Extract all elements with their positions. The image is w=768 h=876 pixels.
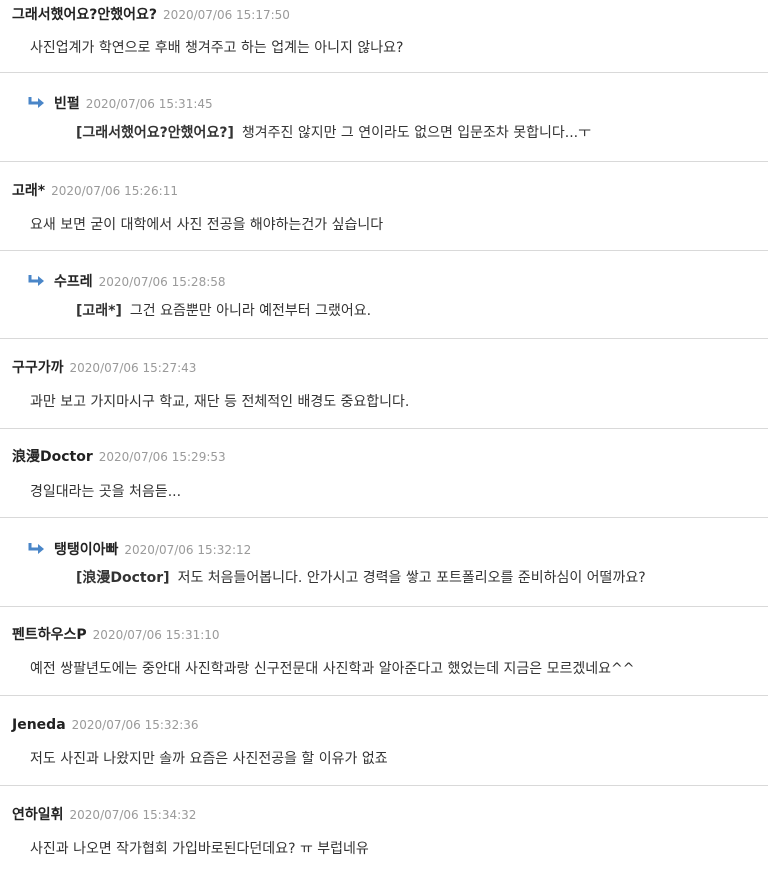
comment-author[interactable]: 빈펄 xyxy=(54,96,80,112)
comment-author[interactable]: 浪漫Doctor xyxy=(12,449,93,465)
comment-text: [고래*] 그건 요즘뿐만 아니라 예전부터 그랬어요. xyxy=(76,300,371,320)
reply-reference[interactable]: [고래*] xyxy=(76,303,122,319)
comment-author[interactable]: 구구가까 xyxy=(12,360,64,376)
reply-comment: 수프레 2020/07/06 15:28:58 [고래*] 그건 요즘뿐만 아니라 … xyxy=(0,251,768,339)
comment-text: 저도 사진과 나왔지만 솔까 요즘은 사진전공을 할 이유가 없죠 xyxy=(30,751,388,767)
comment-date: 2020/07/06 15:29:53 xyxy=(98,450,226,464)
reply-arrow-icon xyxy=(28,97,44,108)
comment-header: Jeneda 2020/07/06 15:32:36 xyxy=(12,714,199,733)
comment-text: 과만 보고 가지마시구 학교, 재단 등 전체적인 배경도 중요합니다. xyxy=(30,394,410,410)
comment-date: 2020/07/06 15:27:43 xyxy=(69,361,197,375)
comment-author[interactable]: 고래* xyxy=(12,183,45,199)
comment-text: [그래서했어요?안했어요?] 챙겨주진 않지만 그 연이라도 없으면 입문조차 못… xyxy=(76,122,591,142)
comment: 연하일휘 2020/07/06 15:34:32 사진과 나오면 작가협회 가입바… xyxy=(0,786,768,876)
comment-author[interactable]: 그래서했어요?안했어요? xyxy=(12,7,157,23)
comment-header: 펜트하우스P 2020/07/06 15:31:10 xyxy=(12,624,220,644)
comment-header: 구구가까 2020/07/06 15:27:43 xyxy=(12,357,196,377)
comment-text: [浪漫Doctor] 저도 처음들어봅니다. 안가시고 경력을 쌓고 포트폴리오를… xyxy=(76,567,646,587)
reply-arrow-icon xyxy=(28,275,44,286)
comment-date: 2020/07/06 15:32:36 xyxy=(71,718,199,732)
comment: 고래* 2020/07/06 15:26:11 요새 보면 굳이 대학에서 사진 … xyxy=(0,162,768,251)
reply-text: 챙겨주진 않지만 그 연이라도 없으면 입문조차 못합니다...ㅜ xyxy=(241,125,592,141)
comment-text: 요새 보면 굳이 대학에서 사진 전공을 해야하는건가 싶습니다 xyxy=(30,217,384,233)
reply-reference[interactable]: [浪漫Doctor] xyxy=(76,570,170,586)
comment-list: 그래서했어요?안했어요? 2020/07/06 15:17:50 사진업계가 학연… xyxy=(0,0,768,876)
comment-header: 빈펄 2020/07/06 15:31:45 xyxy=(28,93,213,113)
comment-header: 수프레 2020/07/06 15:28:58 xyxy=(28,271,226,291)
comment: 그래서했어요?안했어요? 2020/07/06 15:17:50 사진업계가 학연… xyxy=(0,0,768,73)
comment-author[interactable]: 연하일휘 xyxy=(12,807,64,823)
comment-date: 2020/07/06 15:28:58 xyxy=(98,275,226,289)
comment-author[interactable]: 수프레 xyxy=(54,274,93,290)
comment-author[interactable]: Jeneda xyxy=(12,717,66,733)
reply-reference[interactable]: [그래서했어요?안했어요?] xyxy=(76,125,234,141)
comment-header: 그래서했어요?안했어요? 2020/07/06 15:17:50 xyxy=(12,4,290,24)
comment: 펜트하우스P 2020/07/06 15:31:10 예전 쌍팔년도에는 중안대 … xyxy=(0,607,768,696)
comment-date: 2020/07/06 15:31:45 xyxy=(85,97,213,111)
comment-text: 사진과 나오면 작가협회 가입바로된다던데요? ㅠ 부럽네유 xyxy=(30,841,369,857)
comment-date: 2020/07/06 15:32:12 xyxy=(124,543,252,557)
comment: 구구가까 2020/07/06 15:27:43 과만 보고 가지마시구 학교, … xyxy=(0,339,768,429)
comment-date: 2020/07/06 15:31:10 xyxy=(92,628,220,642)
reply-text: 그건 요즘뿐만 아니라 예전부터 그랬어요. xyxy=(129,303,372,319)
comment-author[interactable]: 펜트하우스P xyxy=(12,627,87,643)
comment: 浪漫Doctor 2020/07/06 15:29:53 경일대라는 곳을 처음듣… xyxy=(0,429,768,518)
comment-text: 경일대라는 곳을 처음듣... xyxy=(30,484,182,500)
comment-header: 浪漫Doctor 2020/07/06 15:29:53 xyxy=(12,446,226,466)
comment: Jeneda 2020/07/06 15:32:36 저도 사진과 나왔지만 솔까… xyxy=(0,696,768,786)
reply-comment: 탱탱이아빠 2020/07/06 15:32:12 [浪漫Doctor] 저도 처음… xyxy=(0,518,768,607)
comment-text: 예전 쌍팔년도에는 중안대 사진학과랑 신구전문대 사진학과 알아준다고 했었는… xyxy=(30,661,635,677)
comment-author[interactable]: 탱탱이아빠 xyxy=(54,542,118,558)
comment-header: 고래* 2020/07/06 15:26:11 xyxy=(12,180,178,200)
comment-header: 연하일휘 2020/07/06 15:34:32 xyxy=(12,804,196,824)
comment-date: 2020/07/06 15:26:11 xyxy=(51,184,178,198)
comment-date: 2020/07/06 15:17:50 xyxy=(163,8,290,22)
comment-header: 탱탱이아빠 2020/07/06 15:32:12 xyxy=(28,539,251,559)
reply-comment: 빈펄 2020/07/06 15:31:45 [그래서했어요?안했어요?] 챙겨주진… xyxy=(0,73,768,162)
comment-date: 2020/07/06 15:34:32 xyxy=(69,808,197,822)
comment-text: 사진업계가 학연으로 후배 챙겨주고 하는 업계는 아니지 않나요? xyxy=(30,40,404,56)
reply-text: 저도 처음들어봅니다. 안가시고 경력을 쌓고 포트폴리오를 준비하심이 어떨까… xyxy=(177,570,646,586)
reply-arrow-icon xyxy=(28,543,44,554)
